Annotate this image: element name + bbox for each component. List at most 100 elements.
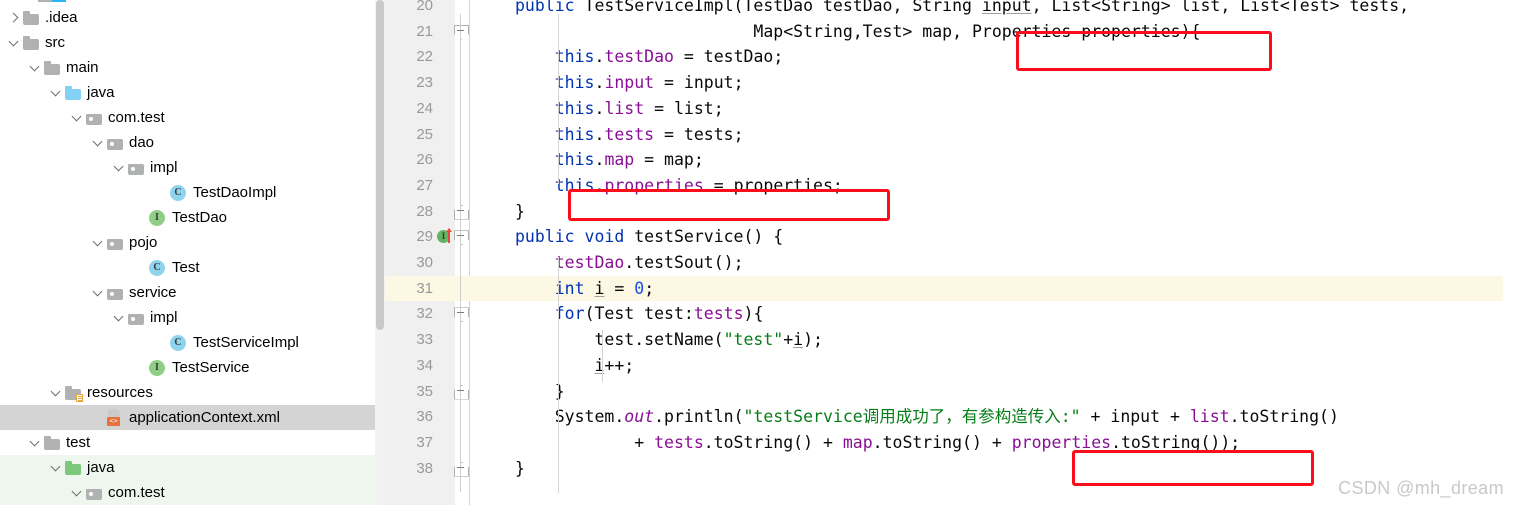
package-icon bbox=[107, 286, 124, 300]
class-badge-icon: C bbox=[170, 334, 186, 351]
tree-item-src[interactable]: src bbox=[0, 30, 385, 55]
interface-icon: I bbox=[149, 209, 167, 226]
chevron-down-icon[interactable] bbox=[89, 230, 107, 255]
chevron-down-icon[interactable] bbox=[89, 280, 107, 305]
chevron-down-icon[interactable] bbox=[110, 155, 128, 180]
chevron-down-icon[interactable] bbox=[68, 105, 86, 130]
project-tool-window[interactable]: .idea src main java com.test dao impl C TestDaoI… bbox=[0, 0, 385, 505]
code-token: int bbox=[554, 278, 595, 298]
code-token: properties bbox=[1011, 432, 1112, 452]
editor-pane[interactable]: 20 public TestServiceImpl(TestDao testDao… bbox=[385, 0, 1516, 505]
tree-item-com-test[interactable]: com.test bbox=[0, 105, 385, 130]
tree-item-label: TestService bbox=[172, 359, 250, 376]
code-token: , List<String> list, List<Test> tests, bbox=[1031, 0, 1410, 15]
code-token: . bbox=[594, 175, 605, 195]
tree-item-idea[interactable]: .idea bbox=[0, 5, 385, 30]
code-line-28[interactable]: 28} bbox=[385, 199, 1516, 225]
project-tree-list[interactable]: .idea src main java com.test dao impl C TestDaoI… bbox=[0, 0, 385, 505]
chevron-right-icon[interactable] bbox=[5, 5, 23, 30]
code-line-23[interactable]: 23 this.input = input; bbox=[385, 70, 1516, 96]
code-token: TestServiceImpl(TestDao testDao, String bbox=[584, 0, 982, 15]
tree-item-applicationcontext-xml[interactable]: <> applicationContext.xml bbox=[0, 405, 385, 430]
chevron-down-icon[interactable] bbox=[110, 305, 128, 330]
code-token: this bbox=[554, 47, 595, 67]
code-line-25[interactable]: 25 this.tests = tests; bbox=[385, 122, 1516, 148]
code-line-24[interactable]: 24 this.list = list; bbox=[385, 96, 1516, 122]
code-line-21[interactable]: 21 Map<String,Test> map, Properties prop… bbox=[385, 19, 1516, 45]
code-line-37[interactable]: 37 + tests.toString() + map.toString() +… bbox=[385, 430, 1516, 456]
package-icon bbox=[128, 311, 145, 325]
tree-item-java[interactable]: java bbox=[0, 455, 385, 480]
tree-item-impl[interactable]: impl bbox=[0, 305, 385, 330]
tree-item-label: test bbox=[66, 434, 91, 451]
tree-item-java[interactable]: java bbox=[0, 80, 385, 105]
tree-item-service[interactable]: service bbox=[0, 280, 385, 305]
tree-item-test[interactable]: C Test bbox=[0, 255, 385, 280]
implementing-method-gutter-icon[interactable]: I bbox=[437, 228, 453, 245]
code-line-35[interactable]: 35 } bbox=[385, 379, 1516, 405]
code-token: testService() { bbox=[634, 227, 784, 247]
line-number: 33 bbox=[416, 331, 433, 349]
interface-badge-icon: I bbox=[149, 209, 165, 226]
indent-guide-2 bbox=[602, 330, 603, 382]
tree-item-impl[interactable]: impl bbox=[0, 155, 385, 180]
chevron-down-icon[interactable] bbox=[47, 455, 65, 480]
chevron-down-icon[interactable] bbox=[68, 480, 86, 505]
code-line-32[interactable]: 32 for(Test test:tests){ bbox=[385, 301, 1516, 327]
chevron-down-icon[interactable] bbox=[89, 130, 107, 155]
chevron-down-icon[interactable] bbox=[5, 30, 23, 55]
class-icon: C bbox=[149, 259, 167, 276]
tree-item-resources[interactable]: resources bbox=[0, 380, 385, 405]
code-line-36[interactable]: 36 System.out.println("testService调用成功了，… bbox=[385, 404, 1516, 430]
tree-item-main[interactable]: main bbox=[0, 55, 385, 80]
code-line-29[interactable]: 29 Ipublic void testService() { bbox=[385, 224, 1516, 250]
tree-item-label: main bbox=[66, 59, 99, 76]
code-token: + bbox=[515, 432, 655, 452]
tree-item-testdao[interactable]: I TestDao bbox=[0, 205, 385, 230]
code-line-30[interactable]: 30 testDao.testSout(); bbox=[385, 250, 1516, 276]
tree-item-com-test[interactable]: com.test bbox=[0, 480, 385, 505]
tree-item-label: .idea bbox=[45, 9, 78, 26]
tree-item-test[interactable]: test bbox=[0, 430, 385, 455]
chevron-down-icon[interactable] bbox=[26, 55, 44, 80]
code-token: + bbox=[783, 330, 794, 350]
xml-tag-badge-icon: <> bbox=[107, 417, 120, 426]
code-line-text: for(Test test:tests){ bbox=[515, 301, 764, 327]
code-line-31[interactable]: 31 int i = 0; bbox=[385, 275, 1516, 302]
editor-scrollbar[interactable] bbox=[1503, 0, 1516, 505]
chevron-down-icon[interactable] bbox=[26, 430, 44, 455]
code-token: } bbox=[515, 201, 525, 221]
watermark-text: CSDN @mh_dream bbox=[1338, 478, 1504, 498]
code-line-34[interactable]: 34 i++; bbox=[385, 353, 1516, 379]
code-token: input bbox=[981, 0, 1032, 15]
code-line-22[interactable]: 22 this.testDao = testDao; bbox=[385, 44, 1516, 70]
sidebar-scrollbar-thumb[interactable] bbox=[376, 0, 384, 330]
tree-item-pojo[interactable]: pojo bbox=[0, 230, 385, 255]
code-token: ; bbox=[644, 278, 655, 298]
code-line-27[interactable]: 27 this.properties = properties; bbox=[385, 173, 1516, 199]
line-number: 23 bbox=[416, 74, 433, 92]
tree-item-testservice[interactable]: I TestService bbox=[0, 355, 385, 380]
code-token: ++; bbox=[604, 355, 635, 375]
code-line-20[interactable]: 20 public TestServiceImpl(TestDao testDao… bbox=[385, 0, 1516, 19]
tree-item-dao[interactable]: dao bbox=[0, 130, 385, 155]
tree-item-testserviceimpl[interactable]: C TestServiceImpl bbox=[0, 330, 385, 355]
line-number: 26 bbox=[416, 151, 433, 169]
code-line-33[interactable]: 33 test.setName("test"+i); bbox=[385, 327, 1516, 353]
interface-icon: I bbox=[149, 359, 167, 376]
tree-item-label: java bbox=[87, 84, 115, 101]
code-token: .toString() bbox=[1229, 407, 1339, 427]
tree-item-testdaoimpl[interactable]: C TestDaoImpl bbox=[0, 180, 385, 205]
chevron-down-icon[interactable] bbox=[47, 80, 65, 105]
code-line-text: public void testService() { bbox=[515, 224, 783, 250]
code-line-text: this.input = input; bbox=[515, 70, 744, 96]
chevron-down-icon[interactable] bbox=[47, 380, 65, 405]
sidebar-scrollbar[interactable] bbox=[375, 0, 385, 505]
code-line-26[interactable]: 26 this.map = map; bbox=[385, 147, 1516, 173]
package-icon bbox=[128, 161, 145, 175]
